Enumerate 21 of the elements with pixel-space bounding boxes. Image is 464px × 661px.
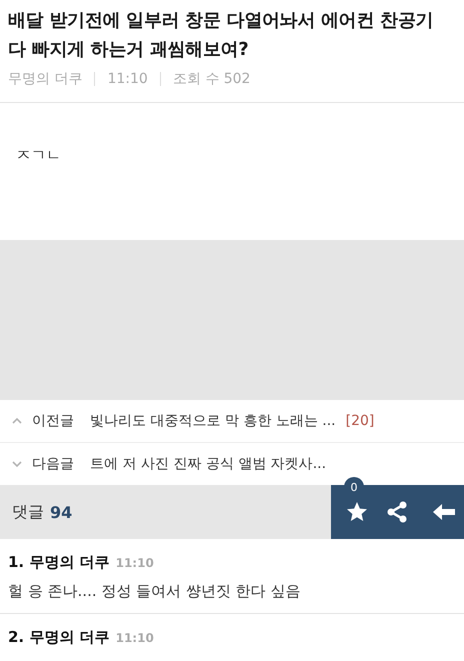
comment-time: 11:10 (116, 631, 154, 645)
nav-post-title: 빛나리도 대중적으로 막 흥한 노래는 ... (90, 412, 336, 430)
post-nav-link[interactable]: 이전글 빛나리도 대중적으로 막 흥한 노래는 ... [20] (0, 400, 464, 443)
post-title: 배달 받기전에 일부러 창문 다열어놔서 에어컨 찬공기 다 빠지게 하는거 괘씸해보여? (7, 9, 434, 62)
author-name: 무명의 더쿠 (8, 70, 82, 88)
comment-time: 11:10 (116, 556, 154, 570)
comment-count: [20] (346, 413, 374, 429)
chevron-down-icon (12, 461, 22, 467)
nav-post-title: 트에 저 사진 진짜 공식 앨범 자켓사... (90, 455, 326, 473)
nav-label: 이전글 (32, 412, 74, 430)
nav-label: 다음글 (32, 455, 74, 473)
comment-author: 1. 무명의 더쿠 (8, 553, 110, 572)
comment-label: 댓글 (12, 502, 44, 522)
post-time: 11:10 (107, 71, 148, 87)
chevron-up-icon (12, 418, 22, 424)
share-icon (385, 500, 409, 524)
comment-author: 2. 무명의 더쿠 (8, 628, 110, 647)
view-count: 조회 수 502 (172, 70, 250, 88)
comment-total: 94 (50, 502, 72, 522)
post-body: ㅈㄱㄴ (16, 145, 62, 165)
comment-text: 헐 응 존나.... 정성 들여서 썅년짓 한다 싶음 (8, 582, 302, 601)
